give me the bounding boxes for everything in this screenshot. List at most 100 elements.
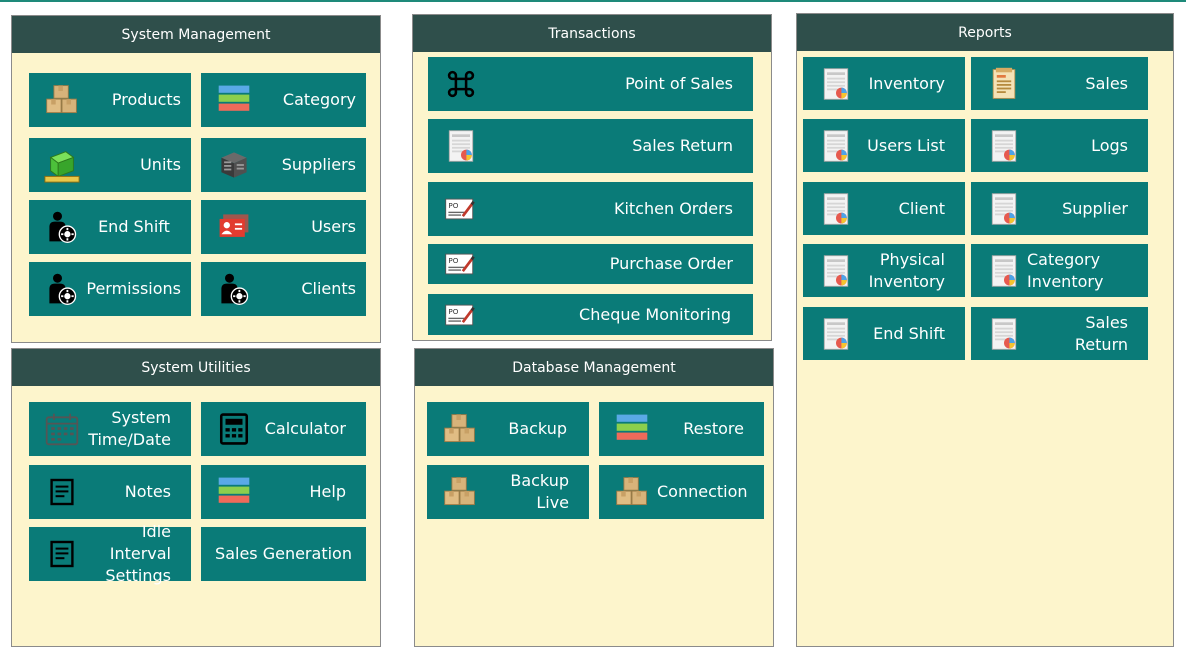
tile-label: Notes — [124, 482, 171, 501]
tile-backup[interactable]: Backup — [427, 402, 589, 456]
tile-report-category-inventory[interactable]: Category Inventory — [971, 244, 1148, 297]
tile-sales-return[interactable]: Sales Return — [428, 119, 753, 173]
tile-notes[interactable]: Notes — [29, 465, 191, 519]
user-gear-icon — [43, 208, 81, 246]
panel-title: System Utilities — [12, 349, 380, 386]
tile-report-supplier[interactable]: Supplier — [971, 182, 1148, 235]
calculator-icon — [215, 410, 253, 448]
tile-category[interactable]: Category — [201, 73, 366, 127]
tile-label: Kitchen Orders — [613, 199, 733, 218]
tile-report-client[interactable]: Client — [803, 182, 965, 235]
report-document-icon — [985, 252, 1023, 290]
purchase-order-icon — [442, 245, 480, 283]
tile-connection[interactable]: Connection — [599, 465, 764, 519]
report-document-icon — [985, 127, 1023, 165]
tile-label: Sales Return — [1074, 312, 1128, 354]
tile-label: End Shift — [873, 323, 945, 343]
report-document-icon — [985, 190, 1023, 228]
command-key-icon — [442, 65, 480, 103]
tile-label: End Shift — [98, 217, 170, 236]
tile-report-sales[interactable]: Sales — [971, 57, 1148, 110]
tile-report-end-shift[interactable]: End Shift — [803, 307, 965, 360]
report-document-icon — [817, 315, 855, 353]
tile-label: Inventory — [868, 73, 945, 93]
tile-label: Clients — [301, 279, 356, 298]
report-document-icon — [817, 127, 855, 165]
calendar-icon — [43, 410, 81, 448]
tile-label: Backup Live — [510, 471, 569, 512]
id-card-icon — [215, 208, 253, 246]
user-gear-icon — [215, 270, 253, 308]
tile-label: Users — [311, 217, 356, 236]
tile-calculator[interactable]: Calculator — [201, 402, 366, 456]
tile-label: Sales Generation — [215, 544, 352, 563]
tile-label: Restore — [683, 419, 744, 438]
tile-label: Backup — [508, 419, 567, 438]
tile-help[interactable]: Help — [201, 465, 366, 519]
user-gear-icon — [43, 270, 81, 308]
tile-backup-live[interactable]: Backup Live — [427, 465, 589, 519]
tile-label: Client — [898, 198, 945, 218]
category-stack-icon — [215, 81, 253, 119]
tile-products[interactable]: Products — [29, 73, 191, 127]
tile-system-time-date[interactable]: System Time/Date — [29, 402, 191, 456]
tile-end-shift[interactable]: End Shift — [29, 200, 191, 254]
panel-title: Transactions — [413, 15, 771, 52]
tile-label: Sales — [1085, 73, 1128, 93]
notes-icon — [43, 535, 81, 573]
tile-label: Connection — [657, 482, 748, 501]
tile-label: Units — [140, 155, 181, 174]
report-document-icon — [817, 65, 855, 103]
tile-kitchen-orders[interactable]: Kitchen Orders — [428, 182, 753, 236]
tile-label: Supplier — [1062, 198, 1128, 218]
tile-sales-generation[interactable]: Sales Generation — [201, 527, 366, 581]
purchase-order-icon — [442, 190, 480, 228]
category-stack-icon — [215, 473, 253, 511]
tile-label: Calculator — [264, 419, 346, 438]
tile-label: Permissions — [86, 279, 181, 298]
report-document-icon — [442, 127, 480, 165]
tile-clients[interactable]: Clients — [201, 262, 366, 316]
tile-label: Purchase Order — [609, 254, 733, 273]
category-stack-icon — [613, 410, 651, 448]
tile-purchase-order[interactable]: Purchase Order — [428, 244, 753, 284]
tile-label: Users List — [867, 135, 945, 155]
tile-suppliers[interactable]: Suppliers — [201, 138, 366, 192]
report-document-icon — [817, 190, 855, 228]
tile-idle-interval-settings[interactable]: Idle Interval Settings — [29, 522, 191, 585]
tile-cheque-monitoring[interactable]: Cheque Monitoring — [428, 294, 753, 335]
tile-label: Category — [282, 90, 356, 109]
tile-point-of-sales[interactable]: Point of Sales — [428, 57, 753, 111]
tile-report-users-list[interactable]: Users List — [803, 119, 965, 172]
tile-label: Cheque Monitoring — [579, 304, 731, 324]
green-cube-icon — [43, 146, 81, 184]
top-accent-line — [0, 0, 1186, 2]
tile-report-logs[interactable]: Logs — [971, 119, 1148, 172]
tile-label: Category Inventory — [1027, 249, 1138, 293]
tile-label: Point of Sales — [625, 74, 733, 93]
tile-report-physical-inventory[interactable]: Physical Inventory — [803, 244, 965, 297]
tile-label-line-2: Settings — [105, 566, 171, 585]
tile-label: Products — [111, 90, 181, 109]
tile-label: Idle Interval Settings — [87, 521, 171, 587]
tile-permissions[interactable]: Permissions — [29, 262, 191, 316]
tile-label: System Time/Date — [87, 407, 171, 451]
tile-label-line-2: Inventory — [1027, 271, 1104, 291]
tile-label-line-2: Time/Date — [88, 430, 171, 449]
tile-report-inventory[interactable]: Inventory — [803, 57, 965, 110]
tile-label-line-1: Physical — [879, 249, 945, 269]
tile-label: Suppliers — [281, 155, 356, 174]
tile-label: Physical Inventory — [861, 249, 945, 293]
boxes-icon — [613, 473, 651, 511]
tile-report-sales-return[interactable]: Sales Return — [971, 307, 1148, 360]
tile-label-line-2: Inventory — [868, 271, 945, 291]
report-document-icon — [817, 252, 855, 290]
notes-icon — [43, 473, 81, 511]
tile-units[interactable]: Units — [29, 138, 191, 192]
tile-restore[interactable]: Restore — [599, 402, 764, 456]
panel-title: Reports — [797, 14, 1173, 51]
tile-users[interactable]: Users — [201, 200, 366, 254]
boxes-icon — [441, 410, 479, 448]
report-document-icon — [985, 315, 1023, 353]
tile-label: Help — [309, 482, 346, 501]
